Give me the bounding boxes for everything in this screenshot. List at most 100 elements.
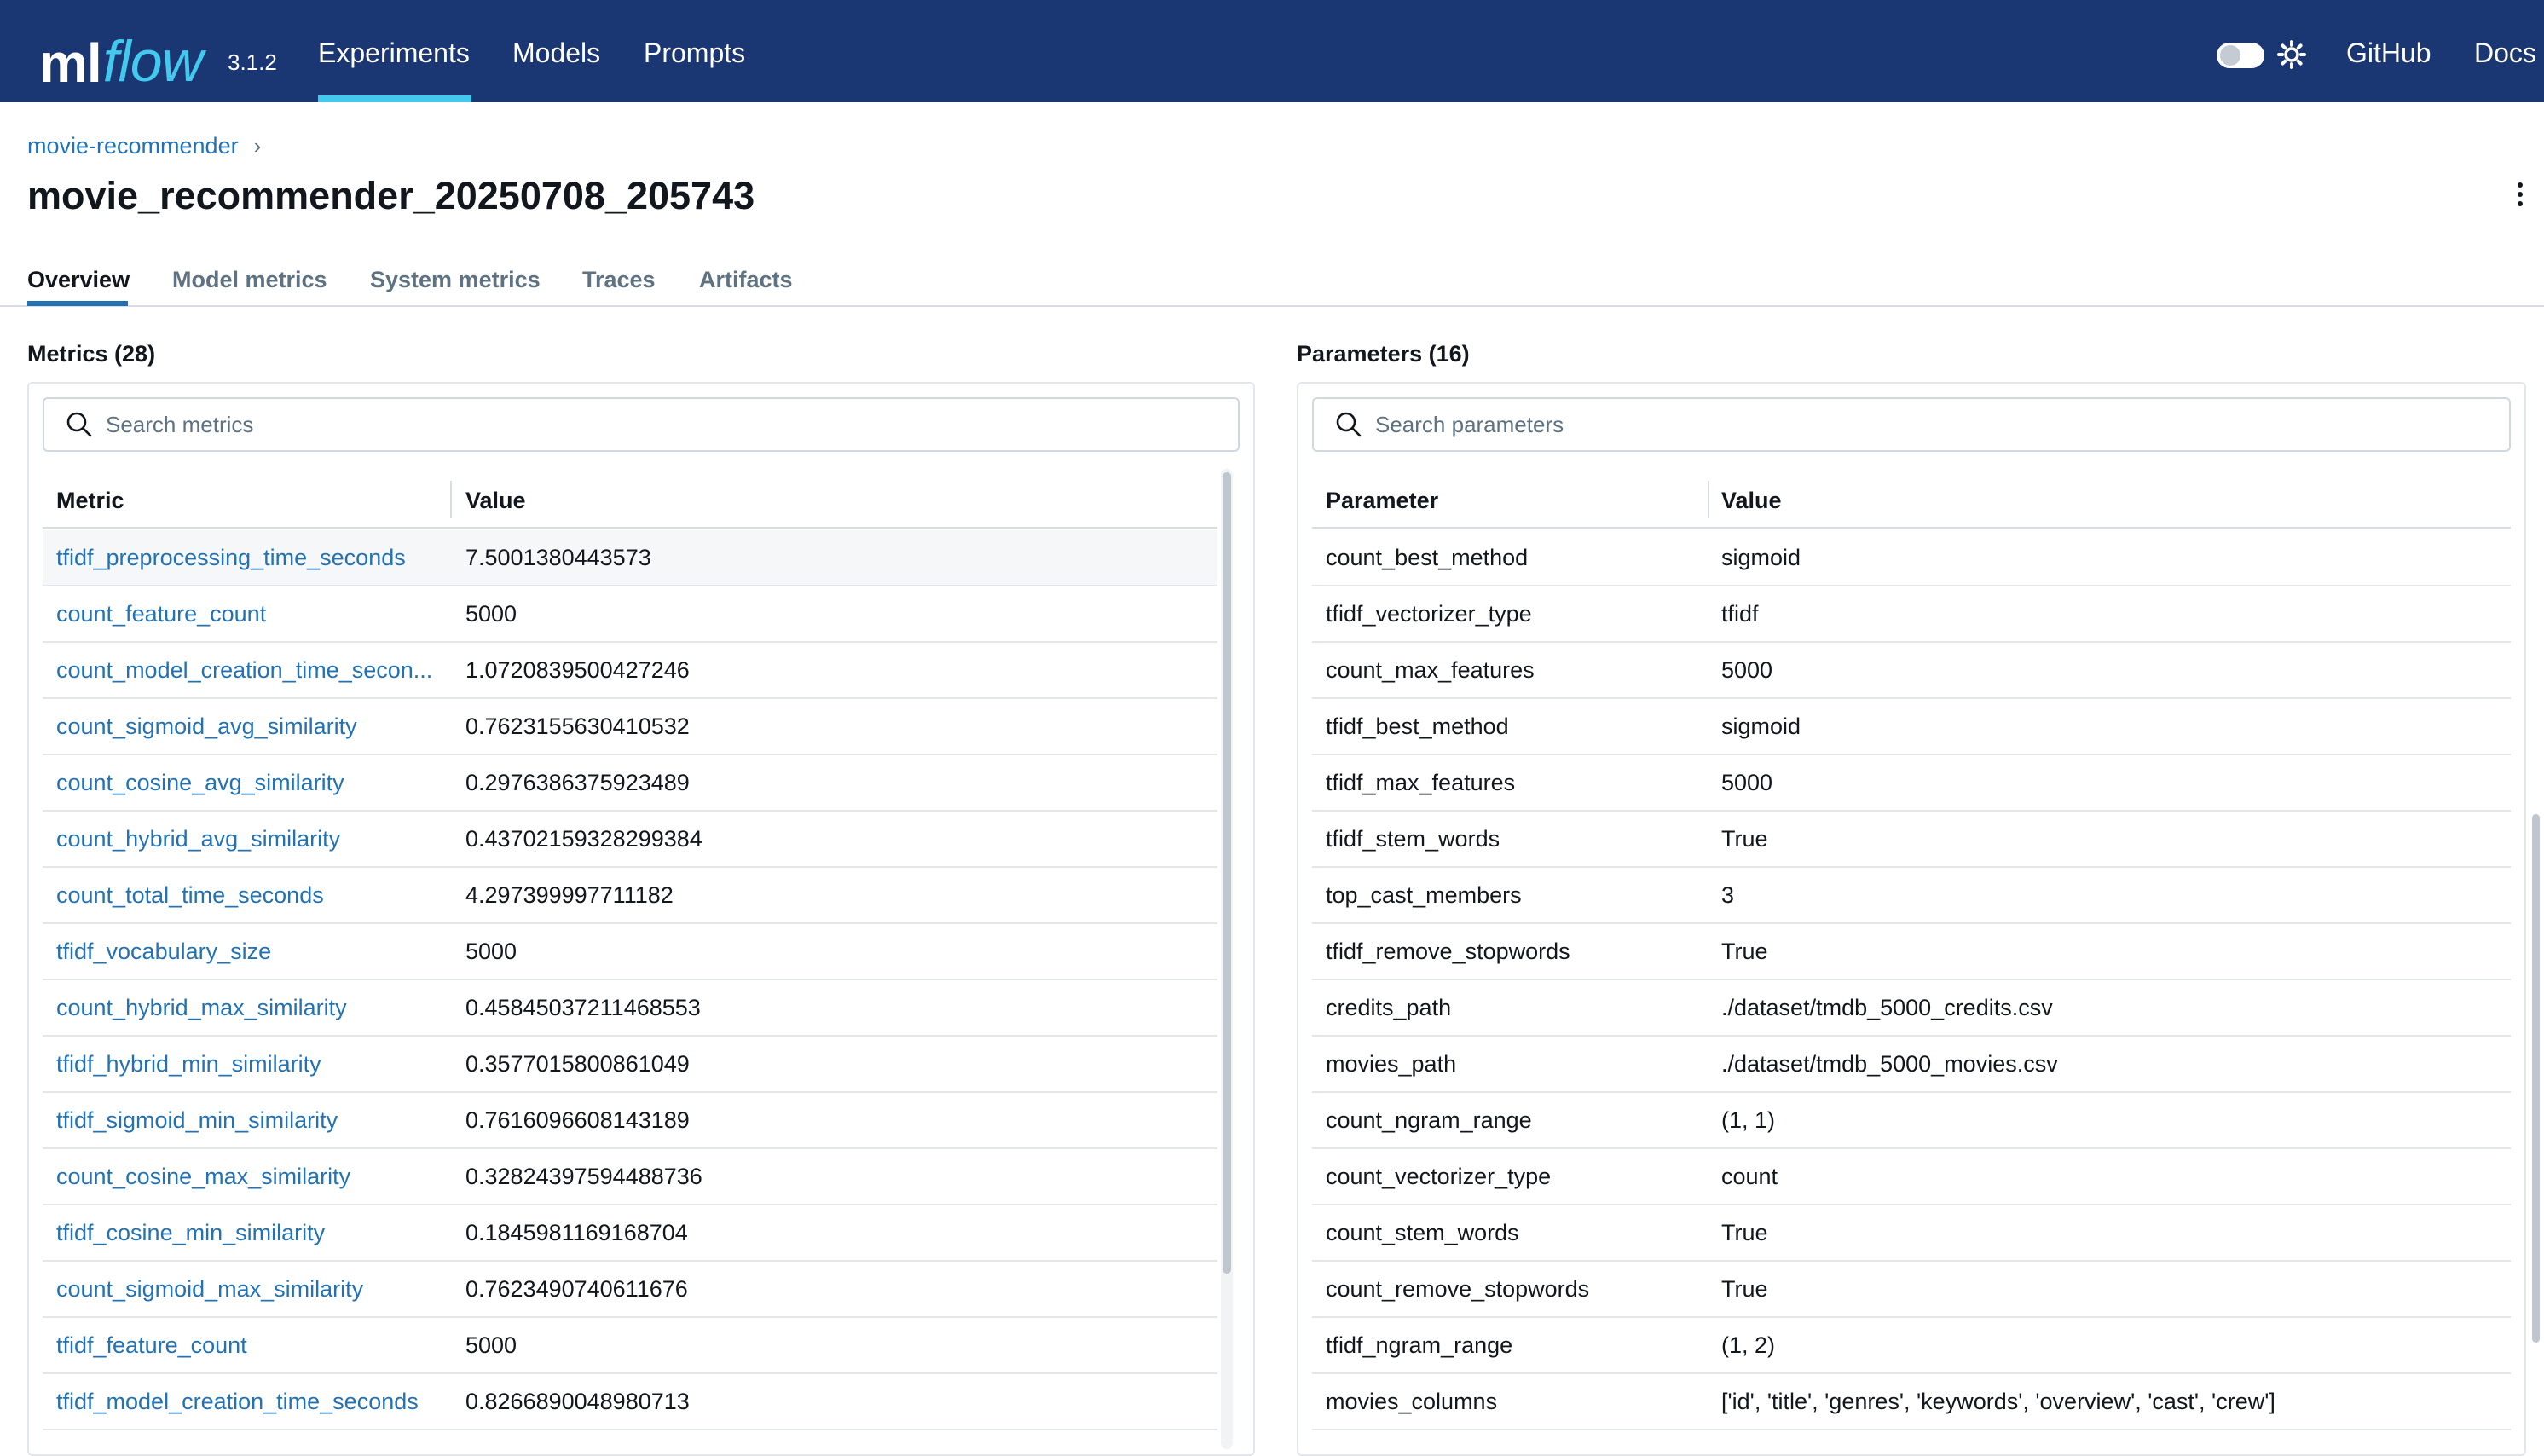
parameter-name: tfidf_ngram_range [1326, 1332, 1513, 1358]
parameter-name: tfidf_remove_stopwords [1326, 939, 1570, 964]
toggle-knob [2220, 45, 2240, 66]
parameter-value: True [1721, 1220, 1768, 1245]
parameter-name: count_vectorizer_type [1326, 1164, 1552, 1189]
tab-system-metrics[interactable]: System metrics [370, 267, 541, 293]
parameter-value: tfidf [1721, 601, 1759, 627]
metric-column-header[interactable]: Metric [56, 488, 124, 514]
nav-prompts[interactable]: Prompts [644, 38, 745, 69]
table-row: tfidf_model_creation_time_seconds 0.82668… [43, 1374, 1217, 1430]
table-row: tfidf_ngram_range (1, 2) [1312, 1318, 2511, 1374]
parameter-name: count_remove_stopwords [1326, 1276, 1590, 1302]
parameter-name: credits_path [1326, 995, 1452, 1020]
parameter-name: movies_columns [1326, 1389, 1498, 1414]
metrics-table-header: Metric Value [43, 469, 1217, 529]
table-row: tfidf_feature_count 5000 [43, 1318, 1217, 1374]
tab-traces[interactable]: Traces [582, 267, 656, 293]
table-row: count_max_features 5000 [1312, 643, 2511, 699]
table-row: movies_path ./dataset/tmdb_5000_movies.cs… [1312, 1037, 2511, 1093]
top-nav-bar: ml flow 3.1.2 Experiments Models Prompts… [0, 0, 2544, 102]
parameter-value: ./dataset/tmdb_5000_movies.csv [1721, 1051, 2058, 1077]
metric-name-link[interactable]: tfidf_hybrid_min_similarity [56, 1051, 321, 1078]
metrics-search-input[interactable] [106, 411, 1180, 438]
metric-name-link[interactable]: count_cosine_avg_similarity [56, 770, 344, 796]
parameter-name: tfidf_stem_words [1326, 826, 1500, 852]
metric-name-link[interactable]: tfidf_vocabulary_size [56, 939, 271, 965]
nav-experiments[interactable]: Experiments [318, 38, 470, 69]
metric-name-link[interactable]: count_hybrid_max_similarity [56, 995, 347, 1021]
metric-name-link[interactable]: tfidf_feature_count [56, 1332, 247, 1359]
logo-ml-text: ml [39, 32, 102, 94]
table-row: tfidf_max_features 5000 [1312, 755, 2511, 812]
sun-icon[interactable] [2276, 39, 2307, 70]
metric-value: 0.3577015800861049 [465, 1051, 690, 1077]
parameters-table-body: count_best_method sigmoid tfidf_vectorize… [1312, 530, 2511, 1430]
github-link[interactable]: GitHub [2346, 38, 2431, 69]
metric-name-link[interactable]: count_model_creation_time_secon... [56, 657, 432, 684]
parameter-value: True [1721, 826, 1768, 852]
table-row: tfidf_remove_stopwords True [1312, 924, 2511, 980]
breadcrumb: movie-recommender › [27, 133, 261, 159]
parameter-value: (1, 2) [1721, 1332, 1776, 1358]
metric-name-link[interactable]: count_sigmoid_max_similarity [56, 1276, 363, 1303]
more-options-icon[interactable] [2515, 182, 2525, 213]
metric-value: 0.7616096608143189 [465, 1107, 690, 1133]
parameter-value: 5000 [1721, 657, 1773, 683]
metric-value: 5000 [465, 939, 517, 964]
parameter-value: True [1721, 939, 1768, 964]
metric-name-link[interactable]: tfidf_sigmoid_min_similarity [56, 1107, 338, 1134]
table-row: top_cast_members 3 [1312, 868, 2511, 924]
breadcrumb-experiment-link[interactable]: movie-recommender [27, 133, 239, 159]
table-row: tfidf_cosine_min_similarity 0.18459811691… [43, 1205, 1217, 1262]
table-row: count_cosine_avg_similarity 0.29763863759… [43, 755, 1217, 812]
parameter-name: count_stem_words [1326, 1220, 1519, 1245]
table-row: count_remove_stopwords True [1312, 1262, 2511, 1318]
parameter-name: count_max_features [1326, 657, 1535, 683]
active-tab-indicator [27, 301, 128, 306]
table-row: count_best_method sigmoid [1312, 530, 2511, 586]
value-column-header[interactable]: Value [465, 488, 526, 514]
table-row: count_hybrid_max_similarity 0.45845037211… [43, 980, 1217, 1037]
value-column-header[interactable]: Value [1721, 488, 1782, 514]
metric-value: 4.297399997711182 [465, 882, 674, 908]
table-row: tfidf_stem_words True [1312, 812, 2511, 868]
page-scrollbar-thumb[interactable] [2532, 814, 2540, 1343]
table-row: credits_path ./dataset/tmdb_5000_credits.… [1312, 980, 2511, 1037]
metric-name-link[interactable]: count_feature_count [56, 601, 266, 627]
table-row: count_model_creation_time_secon... 1.0720… [43, 643, 1217, 699]
metrics-scrollbar-thumb[interactable] [1223, 472, 1231, 1274]
table-row: count_stem_words True [1312, 1205, 2511, 1262]
parameters-search[interactable] [1312, 397, 2511, 452]
metrics-panel: Metric Value tfidf_preprocessing_time_se… [27, 382, 1255, 1456]
table-row: count_sigmoid_avg_similarity 0.7623155630… [43, 699, 1217, 755]
metric-name-link[interactable]: tfidf_model_creation_time_seconds [56, 1389, 419, 1415]
metric-value: 0.1845981169168704 [465, 1220, 688, 1245]
metric-name-link[interactable]: tfidf_preprocessing_time_seconds [56, 545, 406, 571]
column-resize-handle[interactable] [450, 481, 452, 518]
metric-value: 0.43702159328299384 [465, 826, 702, 852]
tab-overview[interactable]: Overview [27, 267, 130, 293]
parameters-search-input[interactable] [1375, 411, 2451, 438]
logo-flow-text: flow [102, 29, 204, 94]
docs-link[interactable]: Docs [2474, 38, 2536, 69]
tab-artifacts[interactable]: Artifacts [699, 267, 793, 293]
parameter-value: count [1721, 1164, 1778, 1189]
nav-models[interactable]: Models [512, 38, 600, 69]
tab-model-metrics[interactable]: Model metrics [172, 267, 327, 293]
table-row: count_sigmoid_max_similarity 0.7623490740… [43, 1262, 1217, 1318]
table-row: tfidf_vocabulary_size 5000 [43, 924, 1217, 980]
metric-name-link[interactable]: count_sigmoid_avg_similarity [56, 714, 357, 740]
parameter-column-header[interactable]: Parameter [1326, 488, 1438, 514]
metric-name-link[interactable]: count_hybrid_avg_similarity [56, 826, 340, 852]
column-resize-handle[interactable] [1708, 481, 1709, 518]
parameter-name: movies_path [1326, 1051, 1457, 1077]
metric-name-link[interactable]: count_total_time_seconds [56, 882, 324, 909]
parameter-value: 5000 [1721, 770, 1773, 795]
metrics-search[interactable] [43, 397, 1240, 452]
parameter-name: count_ngram_range [1326, 1107, 1532, 1133]
mlflow-logo[interactable]: ml flow [39, 14, 204, 94]
metric-value: 5000 [465, 601, 517, 627]
metric-name-link[interactable]: count_cosine_max_similarity [56, 1164, 350, 1190]
metric-value: 0.7623490740611676 [465, 1276, 688, 1302]
metric-name-link[interactable]: tfidf_cosine_min_similarity [56, 1220, 325, 1246]
metric-value: 0.7623155630410532 [465, 714, 690, 739]
